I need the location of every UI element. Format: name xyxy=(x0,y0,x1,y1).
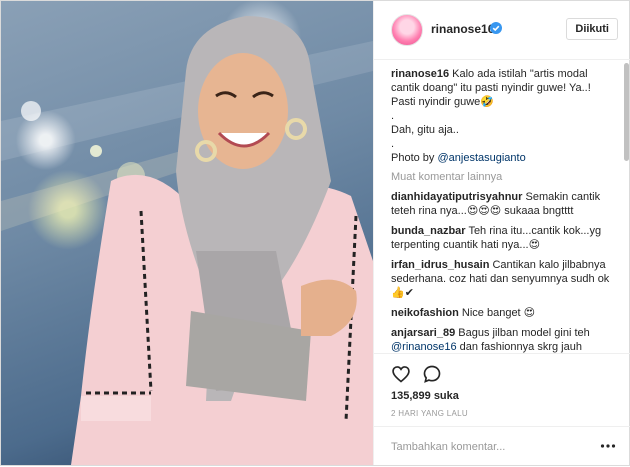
following-button[interactable]: Diikuti xyxy=(566,18,618,40)
comments-list[interactable]: rinanose16 Kalo ada istilah "artis modal… xyxy=(391,67,617,353)
caption-dot: . xyxy=(391,110,395,122)
post-actions: 135,899 suka 2 HARI YANG LALU xyxy=(374,353,630,455)
post-photo[interactable] xyxy=(1,1,373,465)
avatar[interactable] xyxy=(391,14,423,46)
add-comment-bar xyxy=(374,426,630,467)
comment-item: neikofashion Nice banget 😍 xyxy=(391,306,617,320)
speech-bubble-icon[interactable] xyxy=(422,364,442,384)
comment-username[interactable]: bunda_nazbar xyxy=(391,225,466,237)
comments-scrollbar[interactable] xyxy=(624,63,629,353)
comment-item: irfan_idrus_husain Cantikan kalo jilbabn… xyxy=(391,258,617,300)
verified-badge-icon xyxy=(490,22,502,34)
comment-mention[interactable]: @rinanose16 xyxy=(391,341,457,353)
load-more-comments-link[interactable]: Muat komentar lainnya xyxy=(391,170,617,184)
post-side-panel: rinanose16 Diikuti rinanose16 Kalo ada i… xyxy=(373,1,630,465)
photo-illustration xyxy=(1,16,373,465)
caption-text-line2: Dah, gitu aja.. xyxy=(391,124,459,136)
comment-username[interactable]: anjarsari_89 xyxy=(391,327,455,339)
photo-credit-mention[interactable]: @anjestasugianto xyxy=(437,152,525,164)
caption-username[interactable]: rinanose16 xyxy=(391,68,449,80)
photo-credit-label: Photo by xyxy=(391,152,438,164)
heart-outline-icon[interactable] xyxy=(391,364,411,384)
header-username[interactable]: rinanose16 xyxy=(431,22,494,36)
scrollbar-thumb[interactable] xyxy=(624,63,629,161)
instagram-post: rinanose16 Diikuti rinanose16 Kalo ada i… xyxy=(0,0,630,466)
caption-dot: . xyxy=(391,138,395,150)
ellipsis-icon[interactable] xyxy=(600,441,616,451)
post-caption: rinanose16 Kalo ada istilah "artis modal… xyxy=(391,67,617,165)
add-comment-input[interactable] xyxy=(391,439,591,455)
comment-username[interactable]: irfan_idrus_husain xyxy=(391,259,489,271)
post-timestamp[interactable]: 2 HARI YANG LALU xyxy=(391,409,468,418)
comment-text-continued: dan fashionnya skrg jauh xyxy=(456,341,582,353)
comment-username[interactable]: neikofashion xyxy=(391,307,459,319)
comment-item: bunda_nazbar Teh rina itu...cantik kok..… xyxy=(391,224,617,252)
comment-username[interactable]: dianhidayatiputrisyahnur xyxy=(391,191,522,203)
comment-text: Bagus jilban model gini teh xyxy=(458,327,590,339)
comment-text: Nice banget 😍 xyxy=(461,307,536,319)
post-header: rinanose16 Diikuti xyxy=(374,1,630,60)
likes-count[interactable]: 135,899 suka xyxy=(391,390,459,402)
comment-item: anjarsari_89 Bagus jilban model gini teh… xyxy=(391,326,617,353)
comment-item: dianhidayatiputrisyahnur Semakin cantik … xyxy=(391,190,617,218)
